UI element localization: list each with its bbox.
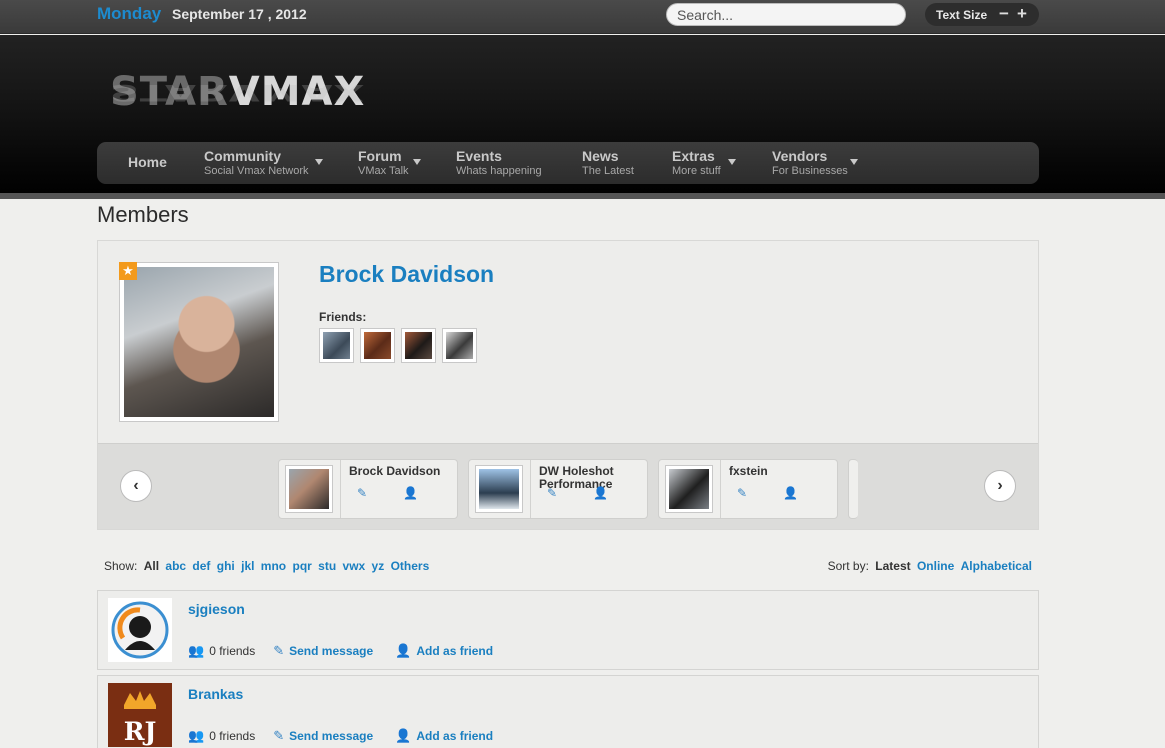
site-logo-reflection: STARVMAX bbox=[110, 79, 366, 105]
member-avatar[interactable]: RJ bbox=[108, 683, 172, 747]
top-bar: Monday September 17 , 2012 Text Size − + bbox=[0, 0, 1165, 34]
alphabet-filter: Show: All abc def ghi jkl mno pqr stu vw… bbox=[104, 559, 429, 573]
sort-control: Sort by: Latest Online Alphabetical bbox=[828, 559, 1032, 573]
nav-item-community[interactable]: Community Social Vmax Network bbox=[204, 148, 323, 177]
send-message-icon[interactable]: ✎ bbox=[357, 486, 367, 500]
filter-yz[interactable]: yz bbox=[372, 559, 385, 573]
nav-item-events[interactable]: Events Whats happening bbox=[456, 148, 542, 177]
filter-abc[interactable]: abc bbox=[165, 559, 186, 573]
header-divider bbox=[0, 193, 1165, 199]
filter-all[interactable]: All bbox=[144, 559, 159, 573]
carousel-card[interactable]: DW Holeshot Performance ✎ 👤 bbox=[468, 459, 648, 519]
text-size-control: Text Size − + bbox=[925, 3, 1039, 26]
friend-count: 0 friends bbox=[209, 729, 256, 743]
sort-alphabetical[interactable]: Alphabetical bbox=[961, 559, 1032, 573]
text-size-label: Text Size bbox=[936, 8, 988, 22]
member-actions: 👥 0 friends ✎ Send message 👤 Add as frie… bbox=[188, 728, 515, 744]
filter-mno[interactable]: mno bbox=[261, 559, 286, 573]
filter-ghi[interactable]: ghi bbox=[217, 559, 235, 573]
carousel-card[interactable]: Brock Davidson ✎ 👤 bbox=[278, 459, 458, 519]
friend-thumbnail[interactable] bbox=[401, 328, 436, 363]
send-message-icon[interactable]: ✎ bbox=[737, 486, 747, 500]
friend-thumbnail[interactable] bbox=[360, 328, 395, 363]
member-name[interactable]: Brankas bbox=[188, 686, 243, 702]
send-message-link[interactable]: Send message bbox=[289, 644, 373, 658]
add-friend-icon[interactable]: 👤 bbox=[783, 486, 798, 500]
page-title: Members bbox=[97, 202, 189, 227]
profile-name[interactable]: Brock Davidson bbox=[319, 261, 494, 288]
add-friend-link[interactable]: Add as friend bbox=[416, 644, 493, 658]
filter-def[interactable]: def bbox=[192, 559, 210, 573]
filter-vwx[interactable]: vwx bbox=[343, 559, 366, 573]
text-size-decrease-button[interactable]: − bbox=[999, 4, 1009, 24]
show-label: Show: bbox=[104, 559, 138, 573]
filter-stu[interactable]: stu bbox=[318, 559, 336, 573]
add-friend-link[interactable]: Add as friend bbox=[416, 729, 493, 743]
nav-item-home[interactable]: Home bbox=[128, 154, 167, 170]
nav-item-vendors[interactable]: Vendors For Businesses bbox=[772, 148, 858, 177]
nav-item-news[interactable]: News The Latest bbox=[582, 148, 634, 177]
add-friend-icon[interactable]: 👤 bbox=[395, 728, 411, 744]
carousel-card[interactable]: fxstein ✎ 👤 bbox=[658, 459, 838, 519]
member-row: RJ Brankas 👥 0 friends ✎ Send message 👤 … bbox=[97, 675, 1039, 748]
send-message-icon[interactable]: ✎ bbox=[273, 728, 284, 744]
send-message-icon[interactable]: ✎ bbox=[273, 643, 284, 659]
chevron-down-icon bbox=[315, 159, 323, 165]
friends-list bbox=[319, 328, 477, 363]
carousel-prev-button[interactable]: ‹ bbox=[120, 470, 152, 502]
add-friend-icon[interactable]: 👤 bbox=[593, 486, 608, 500]
friend-thumbnail[interactable] bbox=[442, 328, 477, 363]
card-avatar[interactable] bbox=[475, 465, 523, 513]
text-size-increase-button[interactable]: + bbox=[1017, 4, 1027, 24]
main-nav: Home Community Social Vmax Network Forum… bbox=[97, 142, 1039, 184]
send-message-link[interactable]: Send message bbox=[289, 729, 373, 743]
chevron-down-icon bbox=[850, 159, 858, 165]
profile-photo bbox=[124, 267, 274, 417]
member-avatar[interactable] bbox=[108, 598, 172, 662]
search-input[interactable] bbox=[666, 3, 906, 26]
site-header: STARVMAX STARVMAX Home Community Social … bbox=[0, 35, 1165, 195]
card-name[interactable]: Brock Davidson bbox=[349, 465, 454, 478]
member-avatar-text: RJ bbox=[123, 717, 157, 746]
friends-icon: 👥 bbox=[188, 728, 205, 743]
card-avatar[interactable] bbox=[285, 465, 333, 513]
current-day: Monday bbox=[97, 4, 162, 23]
friends-icon: 👥 bbox=[188, 643, 205, 658]
send-message-icon[interactable]: ✎ bbox=[547, 486, 557, 500]
chevron-down-icon bbox=[728, 159, 736, 165]
member-row: sjgieson 👥 0 friends ✎ Send message 👤 Ad… bbox=[97, 590, 1039, 670]
sort-latest[interactable]: Latest bbox=[875, 559, 910, 573]
friends-label: Friends: bbox=[319, 310, 367, 324]
nav-item-extras[interactable]: Extras More stuff bbox=[672, 148, 736, 177]
filter-jkl[interactable]: jkl bbox=[241, 559, 254, 573]
carousel-next-button[interactable]: › bbox=[984, 470, 1016, 502]
star-icon: ★ bbox=[119, 262, 137, 280]
member-profile-panel: ★ Brock Davidson Friends: ‹ Brock Davids… bbox=[97, 240, 1039, 530]
filter-others[interactable]: Others bbox=[391, 559, 430, 573]
chevron-down-icon bbox=[413, 159, 421, 165]
card-name[interactable]: fxstein bbox=[729, 465, 834, 478]
add-friend-icon[interactable]: 👤 bbox=[395, 643, 411, 659]
member-actions: 👥 0 friends ✎ Send message 👤 Add as frie… bbox=[188, 643, 515, 659]
sort-online[interactable]: Online bbox=[917, 559, 954, 573]
members-carousel: ‹ Brock Davidson ✎ 👤 DW Holeshot Perform… bbox=[98, 443, 1038, 529]
add-friend-icon[interactable]: 👤 bbox=[403, 486, 418, 500]
profile-avatar[interactable] bbox=[119, 262, 279, 422]
member-name[interactable]: sjgieson bbox=[188, 601, 245, 617]
current-date: September 17 , 2012 bbox=[172, 6, 307, 22]
filter-pqr[interactable]: pqr bbox=[292, 559, 311, 573]
nav-item-forum[interactable]: Forum VMax Talk bbox=[358, 148, 421, 177]
carousel-card-partial bbox=[848, 459, 858, 519]
friend-count: 0 friends bbox=[209, 644, 256, 658]
friend-thumbnail[interactable] bbox=[319, 328, 354, 363]
sort-label: Sort by: bbox=[827, 559, 869, 573]
card-avatar[interactable] bbox=[665, 465, 713, 513]
